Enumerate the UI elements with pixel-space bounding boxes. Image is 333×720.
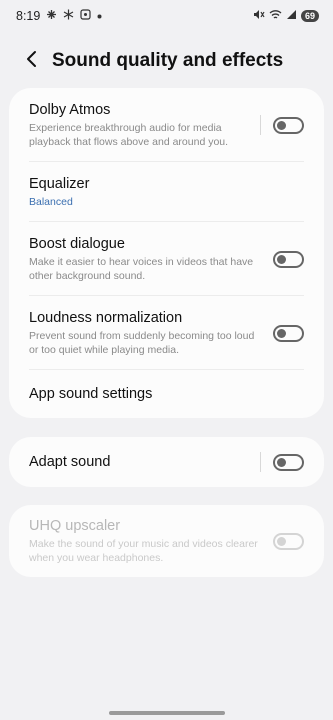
uhq-upscaler-toggle — [273, 532, 304, 550]
boost-dialogue-texts: Boost dialogue Make it easier to hear vo… — [29, 235, 259, 283]
wifi-icon — [269, 9, 282, 23]
loudness-normalization-row[interactable]: Loudness normalization Prevent sound fro… — [9, 296, 324, 370]
uhq-upscaler-row: UHQ upscaler Make the sound of your musi… — [9, 505, 324, 577]
screenshot-icon — [80, 9, 91, 23]
snowflake-icon — [63, 9, 74, 23]
dolby-atmos-texts: Dolby Atmos Experience breakthrough audi… — [29, 101, 260, 149]
equalizer-title: Equalizer — [29, 176, 90, 192]
dolby-atmos-row[interactable]: Dolby Atmos Experience breakthrough audi… — [9, 88, 324, 162]
toggle-knob — [277, 457, 286, 467]
equalizer-texts: Equalizer Balanced — [29, 175, 304, 209]
status-right: 69 — [253, 9, 319, 23]
equalizer-value: Balanced — [29, 196, 73, 208]
signal-icon — [286, 9, 297, 23]
boost-dialogue-title: Boost dialogue — [29, 236, 125, 252]
loudness-normalization-texts: Loudness normalization Prevent sound fro… — [29, 309, 259, 357]
uhq-upscaler-texts: UHQ upscaler Make the sound of your musi… — [29, 517, 259, 565]
row-separator — [260, 452, 261, 472]
toggle-knob — [277, 328, 286, 338]
adapt-sound-toggle[interactable] — [273, 453, 304, 471]
toggle-knob — [277, 536, 286, 546]
uhq-upscaler-title: UHQ upscaler — [29, 518, 121, 534]
equalizer-row[interactable]: Equalizer Balanced — [9, 162, 324, 222]
boost-dialogue-row[interactable]: Boost dialogue Make it easier to hear vo… — [9, 222, 324, 296]
dolby-atmos-title: Dolby Atmos — [29, 102, 111, 118]
loudness-normalization-title: Loudness normalization — [29, 310, 183, 326]
dolby-atmos-subtitle: Experience breakthrough audio for media … — [29, 122, 229, 148]
row-separator — [260, 115, 261, 135]
settings-card-main: Dolby Atmos Experience breakthrough audi… — [9, 88, 324, 418]
back-button[interactable] — [12, 46, 52, 76]
settings-card-uhq: UHQ upscaler Make the sound of your musi… — [9, 505, 324, 577]
toggle-knob — [277, 254, 286, 264]
page-title: Sound quality and effects — [52, 50, 284, 71]
status-time: 8:19 — [16, 9, 41, 23]
status-bar: 8:19 69 — [0, 0, 333, 32]
battery-indicator: 69 — [300, 10, 319, 22]
mute-icon — [253, 9, 265, 23]
grid-icon — [46, 9, 57, 23]
loudness-normalization-toggle[interactable] — [273, 324, 304, 342]
status-left: 8:19 — [16, 9, 102, 23]
uhq-upscaler-subtitle: Make the sound of your music and videos … — [29, 538, 258, 564]
app-sound-settings-row[interactable]: App sound settings — [9, 370, 324, 418]
app-sound-settings-texts: App sound settings — [29, 385, 304, 403]
adapt-sound-row[interactable]: Adapt sound — [9, 437, 324, 487]
settings-card-adapt: Adapt sound — [9, 437, 324, 487]
app-sound-settings-title: App sound settings — [29, 386, 153, 402]
dolby-atmos-toggle[interactable] — [273, 116, 304, 134]
home-indicator[interactable] — [109, 711, 225, 715]
boost-dialogue-toggle[interactable] — [273, 250, 304, 268]
adapt-sound-texts: Adapt sound — [29, 453, 260, 471]
adapt-sound-title: Adapt sound — [29, 454, 111, 470]
dot-icon — [97, 11, 102, 22]
loudness-normalization-subtitle: Prevent sound from suddenly becoming too… — [29, 330, 255, 356]
page-header: Sound quality and effects — [0, 46, 333, 76]
back-arrow-icon — [25, 50, 39, 73]
boost-dialogue-subtitle: Make it easier to hear voices in videos … — [29, 256, 254, 282]
toggle-knob — [277, 120, 286, 130]
